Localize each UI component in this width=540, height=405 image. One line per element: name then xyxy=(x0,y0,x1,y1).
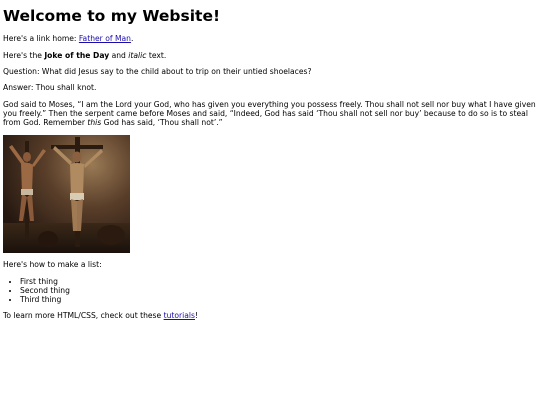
joke-paragraph: Here's the Joke of the Day and italic te… xyxy=(3,50,537,61)
page: Welcome to my Website! Here's a link hom… xyxy=(0,0,540,321)
story-paragraph: God said to Moses, “I am the Lord your G… xyxy=(3,99,537,128)
joke-bold-text: Joke of the Day xyxy=(44,50,110,60)
list-intro: Here's how to make a list: xyxy=(3,260,102,270)
link-home-suffix: . xyxy=(130,34,134,44)
father-of-man-link[interactable]: Father of Man xyxy=(79,34,131,43)
page-title: Welcome to my Website! xyxy=(3,7,221,25)
joke-middle: and xyxy=(109,50,129,60)
list-item: Third thing xyxy=(20,295,537,305)
link-home-prefix: Here's a link home: xyxy=(3,34,79,44)
joke-prefix: Here's the xyxy=(3,50,45,60)
story-text: God said to Moses, “I am the Lord your G… xyxy=(3,99,536,127)
list-item: Second thing xyxy=(20,286,537,296)
question-paragraph: Question: What did Jesus say to the chil… xyxy=(3,66,312,76)
link-home-paragraph: Here's a link home: Father of Man. xyxy=(3,34,537,44)
story-italic: this xyxy=(87,117,102,127)
answer-paragraph: Answer: Thou shall knot. xyxy=(3,83,97,93)
footer-paragraph: To learn more HTML/CSS, check out these … xyxy=(3,311,537,321)
footer-prefix: To learn more HTML/CSS, check out these xyxy=(3,311,164,321)
joke-italic-text: italic xyxy=(128,50,147,60)
footer-suffix: ! xyxy=(194,311,199,321)
tutorials-link[interactable]: tutorials xyxy=(164,311,195,320)
crucifixion-painting-image xyxy=(3,135,130,254)
joke-suffix: text. xyxy=(146,50,167,60)
list-item: First thing xyxy=(20,277,537,287)
story-suffix: God has said, ‘Thou shall not’.” xyxy=(101,117,223,127)
things-list: First thing Second thing Third thing xyxy=(3,277,537,305)
